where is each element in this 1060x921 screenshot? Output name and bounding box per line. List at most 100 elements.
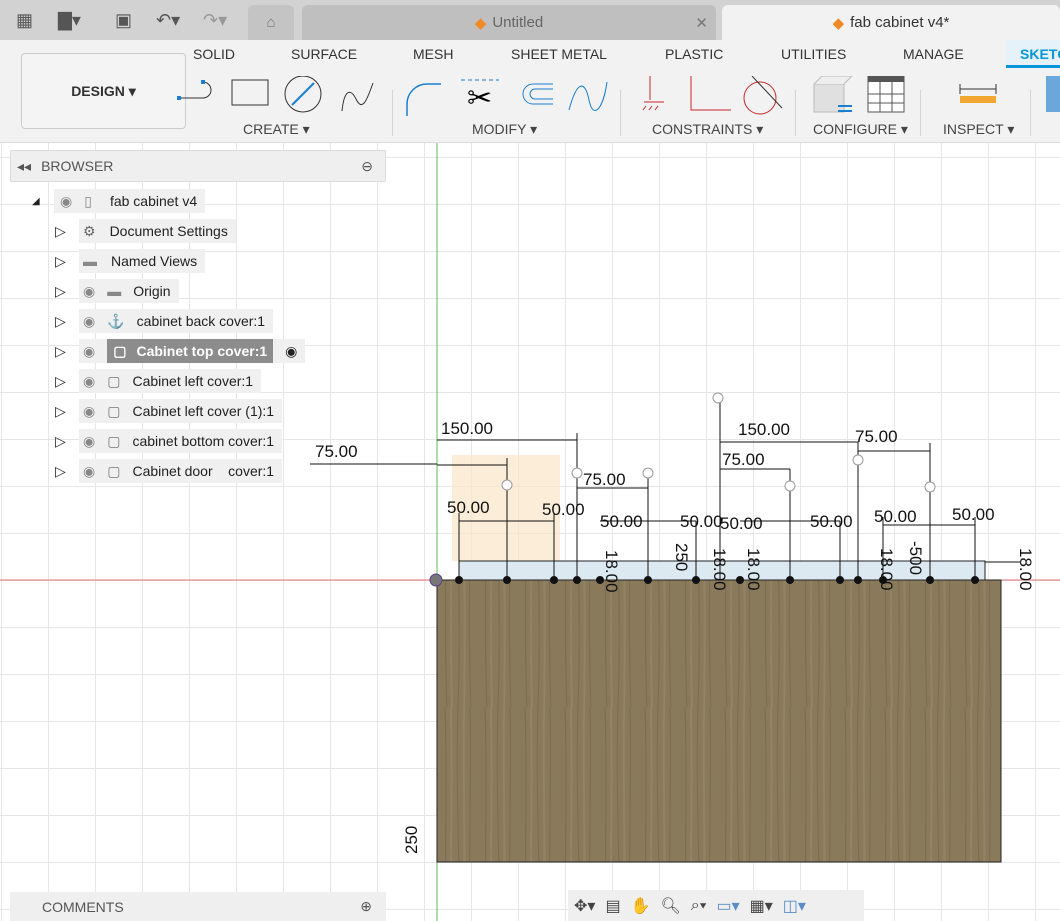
constraints-menu[interactable]: CONSTRAINTS ▾ bbox=[652, 121, 763, 138]
eye-icon[interactable]: ◉ bbox=[83, 343, 95, 360]
fillet-icon[interactable] bbox=[406, 83, 441, 116]
undo-icon[interactable]: ↶▾ bbox=[156, 10, 180, 31]
modify-menu[interactable]: MODIFY ▾ bbox=[472, 121, 537, 138]
origin-point[interactable] bbox=[429, 573, 443, 587]
configure-cube-icon[interactable] bbox=[813, 76, 853, 113]
activate-radio-icon[interactable]: ◉ bbox=[285, 343, 297, 360]
tree-item[interactable]: ▷ ◉ ▬ Origin bbox=[55, 278, 179, 304]
rectangle-icon[interactable] bbox=[231, 79, 269, 106]
expand-icon[interactable]: ▷ bbox=[55, 433, 79, 450]
dimension-label[interactable]: 250 bbox=[672, 543, 691, 571]
tab-sheet-metal[interactable]: SHEET METAL bbox=[511, 46, 607, 62]
expand-icon[interactable]: ◢ bbox=[32, 196, 54, 207]
tree-root[interactable]: ◢ ◉ ▯ fab cabinet v4 bbox=[32, 188, 206, 214]
tab-sketch[interactable]: SKETCH bbox=[1006, 40, 1060, 68]
cabinet-door-face[interactable] bbox=[436, 579, 1002, 863]
measure-icon[interactable] bbox=[958, 76, 998, 116]
expand-icon[interactable]: ▷ bbox=[55, 313, 79, 330]
zoom-icon[interactable]: 🔍︎ bbox=[660, 896, 680, 916]
grid-icon[interactable]: ▦▾ bbox=[750, 896, 773, 916]
close-icon[interactable]: ✕ bbox=[695, 14, 708, 32]
configure-menu[interactable]: CONFIGURE ▾ bbox=[813, 121, 908, 138]
dimension-label[interactable]: 75.00 bbox=[315, 442, 358, 461]
tab-utilities[interactable]: UTILITIES bbox=[781, 46, 846, 62]
tab-plastic[interactable]: PLASTIC bbox=[665, 46, 723, 62]
eye-icon[interactable]: ◉ bbox=[83, 403, 95, 420]
circle-icon[interactable] bbox=[284, 76, 322, 113]
add-comment-icon[interactable]: ⊕ bbox=[360, 898, 372, 915]
file-icon[interactable]: ▇▾ bbox=[58, 10, 81, 31]
browser-header[interactable]: ◂◂ BROWSER ⊖ bbox=[10, 150, 386, 182]
dimension-label[interactable]: 50.00 bbox=[680, 512, 723, 531]
fix-icon[interactable] bbox=[642, 76, 664, 111]
dimension-label[interactable]: 18.00 bbox=[744, 548, 763, 591]
eye-icon[interactable]: ◉ bbox=[83, 463, 95, 480]
eye-icon[interactable]: ◉ bbox=[83, 313, 95, 330]
tree-item-selected[interactable]: ▷ ◉ ▢ Cabinet top cover:1 ◉ bbox=[55, 338, 306, 364]
zoom-window-icon[interactable]: ⌕▾ bbox=[691, 897, 707, 915]
tree-item[interactable]: ▷ ⚙ Document Settings bbox=[55, 218, 236, 244]
line-icon[interactable] bbox=[177, 80, 212, 100]
workspace-switcher[interactable]: DESIGN ▾ bbox=[21, 53, 186, 129]
offset-icon[interactable] bbox=[522, 83, 553, 105]
collapse-icon[interactable]: ◂◂ bbox=[17, 158, 31, 175]
dimension-label[interactable]: 18.00 bbox=[710, 548, 729, 591]
dimension-label[interactable]: 18.00 bbox=[877, 548, 896, 591]
pan-icon[interactable]: ✋ bbox=[631, 896, 651, 916]
expand-icon[interactable]: ▷ bbox=[55, 463, 79, 480]
dimension-label[interactable]: 50.00 bbox=[720, 514, 763, 533]
orbit-icon[interactable]: ✥▾ bbox=[574, 896, 595, 916]
apps-grid-icon[interactable]: ▦ bbox=[16, 10, 33, 31]
eye-icon[interactable]: ◉ bbox=[60, 193, 72, 210]
inspect-menu[interactable]: INSPECT ▾ bbox=[943, 121, 1014, 138]
tree-item[interactable]: ▷ ◉ ▢ cabinet bottom cover:1 bbox=[55, 428, 283, 454]
insert-bolt-icon[interactable] bbox=[1046, 76, 1060, 112]
expand-icon[interactable]: ▷ bbox=[55, 403, 79, 420]
dimension-label[interactable]: 18.00 bbox=[1016, 548, 1035, 591]
tree-item[interactable]: ▷ ◉ ⚓ cabinet back cover:1 bbox=[55, 308, 274, 334]
tab-untitled[interactable]: ◆ Untitled ✕ bbox=[302, 5, 716, 40]
look-at-icon[interactable]: ▤ bbox=[605, 896, 620, 916]
tab-surface[interactable]: SURFACE bbox=[291, 46, 357, 62]
minimize-icon[interactable]: ⊖ bbox=[361, 158, 373, 175]
expand-icon[interactable]: ▷ bbox=[55, 253, 79, 270]
tab-mesh[interactable]: MESH bbox=[413, 46, 453, 62]
dimension-label[interactable]: 50.00 bbox=[952, 505, 995, 524]
dimension-label[interactable]: 75.00 bbox=[583, 470, 626, 489]
dimension-label[interactable]: 50.00 bbox=[542, 500, 585, 519]
dimension-label[interactable]: 50.00 bbox=[447, 498, 490, 517]
dimension-label[interactable]: 50.00 bbox=[874, 507, 917, 526]
tab-fab-cabinet[interactable]: ◆ fab cabinet v4* bbox=[722, 5, 1060, 40]
eye-icon[interactable]: ◉ bbox=[83, 433, 95, 450]
tree-item[interactable]: ▷ ◉ ▢ Cabinet door cover:1 bbox=[55, 458, 283, 484]
dimension-label[interactable]: 75.00 bbox=[855, 427, 898, 446]
coincident-icon[interactable] bbox=[690, 76, 731, 111]
create-menu[interactable]: CREATE ▾ bbox=[243, 121, 310, 138]
dimension-label[interactable]: 250 bbox=[402, 826, 421, 854]
viewports-icon[interactable]: ◫▾ bbox=[783, 896, 806, 916]
tree-item[interactable]: ▷ ◉ ▢ Cabinet left cover:1 bbox=[55, 368, 262, 394]
tree-item[interactable]: ▷ ◉ ▢ Cabinet left cover (1):1 bbox=[55, 398, 283, 424]
curve-icon[interactable] bbox=[568, 81, 608, 111]
save-icon[interactable]: ▣ bbox=[115, 10, 132, 31]
expand-icon[interactable]: ▷ bbox=[55, 223, 79, 240]
dimension-label[interactable]: 75.00 bbox=[722, 450, 765, 469]
tab-solid[interactable]: SOLID bbox=[193, 46, 235, 62]
tree-item[interactable]: ▷ ▬ Named Views bbox=[55, 248, 206, 274]
comments-panel[interactable]: COMMENTS ⊕ bbox=[10, 892, 386, 921]
configure-table-icon[interactable] bbox=[867, 76, 905, 113]
expand-icon[interactable]: ▷ bbox=[55, 283, 79, 300]
spline-icon[interactable] bbox=[341, 82, 374, 112]
dimension-label[interactable]: 18.00 bbox=[602, 550, 621, 593]
dimension-label[interactable]: -500 bbox=[906, 541, 925, 575]
home-tab[interactable]: ⌂ bbox=[248, 5, 294, 40]
dimension-label[interactable]: 50.00 bbox=[810, 512, 853, 531]
dimension-label[interactable]: 150.00 bbox=[738, 420, 790, 439]
tab-manage[interactable]: MANAGE bbox=[903, 46, 964, 62]
expand-icon[interactable]: ▷ bbox=[55, 373, 79, 390]
eye-icon[interactable]: ◉ bbox=[83, 283, 95, 300]
eye-icon[interactable]: ◉ bbox=[83, 373, 95, 390]
expand-icon[interactable]: ▷ bbox=[55, 343, 79, 360]
redo-icon[interactable]: ↷▾ bbox=[203, 10, 227, 31]
tangent-icon[interactable] bbox=[743, 76, 783, 115]
